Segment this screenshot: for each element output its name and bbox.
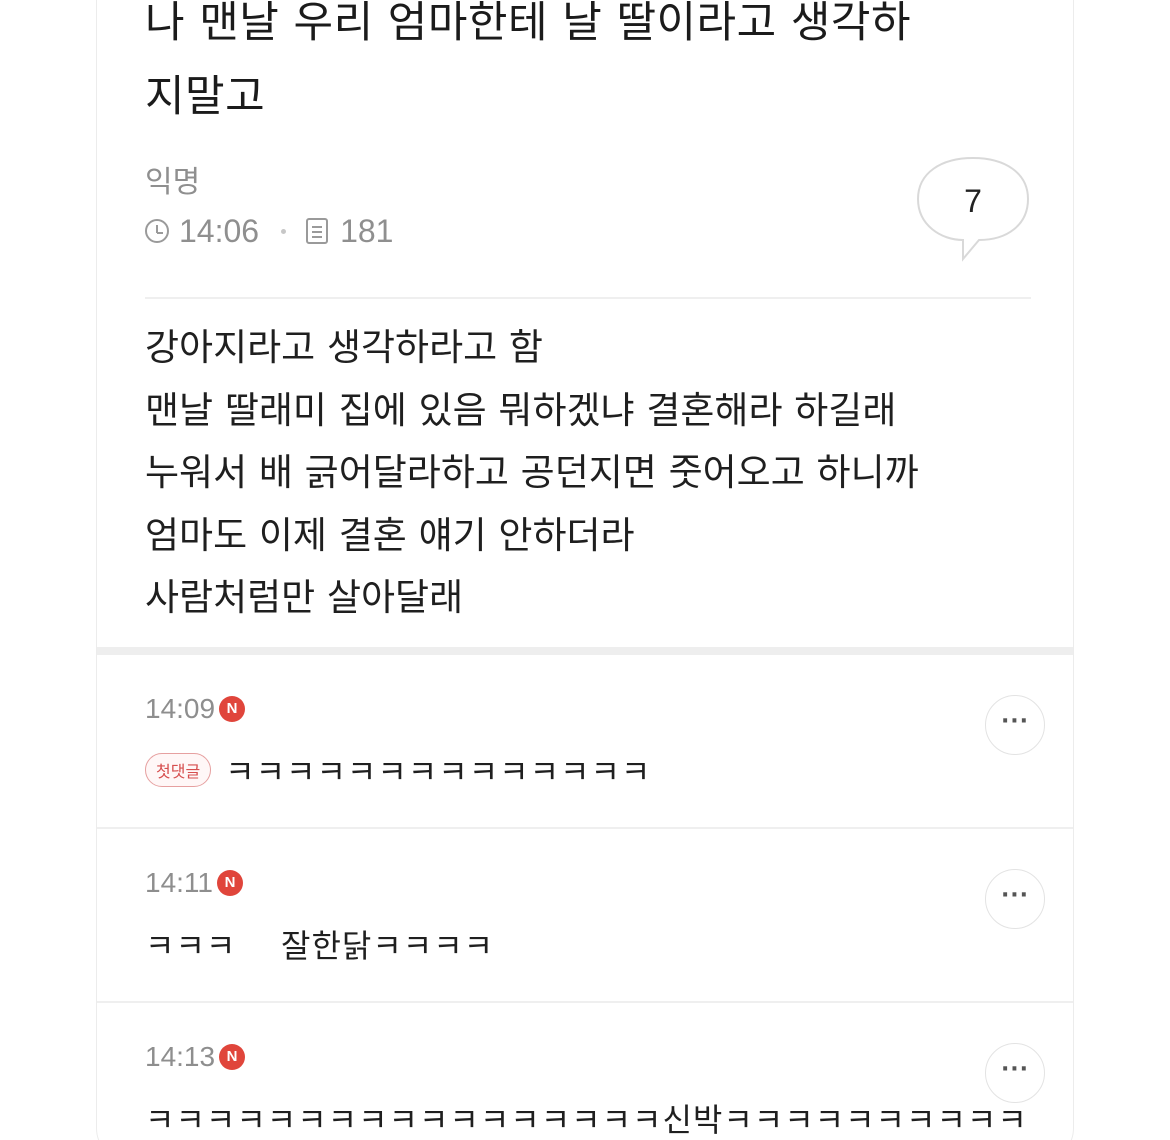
comment-time: 14:13 <box>145 1041 216 1072</box>
document-icon <box>306 218 329 244</box>
page: 나 맨날 우리 엄마한테 날 딸이라고 생각하 지말고 익명 14:06 181… <box>0 0 1170 1140</box>
clock-icon <box>145 219 169 243</box>
comment-time-row: 14:13 N <box>145 1041 246 1073</box>
post-body-line: 사람처럼만 살아달래 <box>145 576 464 619</box>
comment-time-row: 14:11 N <box>145 867 243 899</box>
comment-time: 14:09 <box>145 693 216 724</box>
post-body: 강아지라고 생각하라고 함 맨날 딸래미 집에 있음 뭐하겠냐 결혼해라 하길래… <box>145 317 1025 630</box>
view-count: 181 <box>340 212 394 249</box>
more-options-button[interactable]: ··· <box>985 1043 1045 1103</box>
new-badge: N <box>219 696 246 722</box>
more-dots-icon: ··· <box>1000 709 1030 734</box>
more-dots-icon: ··· <box>1000 1057 1030 1082</box>
post-body-line: 맨날 딸래미 집에 있음 뭐하겠냐 결혼해라 하길래 <box>145 388 897 432</box>
comment-item: 14:13 N ㅋㅋㅋㅋㅋㅋㅋㅋㅋㅋㅋㅋㅋㅋㅋㅋㅋ신박ㅋㅋㅋㅋㅋㅋㅋㅋㅋㅋ ··… <box>97 1003 1073 1140</box>
post-body-line: 누워서 배 긁어달라하고 공던지면 줏어오고 하니까 <box>145 451 919 494</box>
new-badge: N <box>219 1044 246 1070</box>
more-options-button[interactable]: ··· <box>985 869 1045 929</box>
post-meta: 14:06 181 <box>145 211 393 251</box>
more-options-button[interactable]: ··· <box>985 695 1045 755</box>
post-title-line-2: 지말고 <box>145 72 266 122</box>
first-comment-badge: 첫댓글 <box>145 753 212 787</box>
comment-text: ㅋㅋㅋㅋㅋㅋㅋㅋㅋㅋㅋㅋㅋㅋㅋㅋㅋ신박ㅋㅋㅋㅋㅋㅋㅋㅋㅋㅋ <box>145 1101 1028 1139</box>
meta-separator-dot <box>281 228 287 234</box>
new-badge: N <box>217 870 243 896</box>
author-name: 익명 <box>145 165 201 200</box>
comment-text: ㅋㅋㅋ 잘한닭ㅋㅋㅋㅋ <box>145 927 495 965</box>
header-divider <box>145 297 1031 299</box>
more-dots-icon: ··· <box>1000 883 1030 908</box>
comment-time-row: 14:09 N <box>145 693 246 725</box>
post-title-line-1: 나 맨날 우리 엄마한테 날 딸이라고 생각하 <box>145 0 912 48</box>
comment-item: 14:09 N 첫댓글 ㅋㅋㅋㅋㅋㅋㅋㅋㅋㅋㅋㅋㅋㅋ ··· <box>97 655 1073 827</box>
section-separator <box>97 647 1073 655</box>
comment-count: 7 <box>964 183 982 219</box>
comment-item: 14:11 N ㅋㅋㅋ 잘한닭ㅋㅋㅋㅋ ··· <box>97 829 1073 1001</box>
post-body-line: 엄마도 이제 결혼 얘기 안하더라 <box>145 513 635 557</box>
comment-text: ㅋㅋㅋㅋㅋㅋㅋㅋㅋㅋㅋㅋㅋㅋ <box>225 753 652 791</box>
comment-count-button[interactable]: 7 <box>915 155 1031 267</box>
post-time: 14:06 <box>179 212 260 249</box>
comment-time: 14:11 <box>145 867 213 898</box>
post-body-line: 강아지라고 생각하라고 함 <box>145 326 543 369</box>
comment-text-row: ㅋㅋㅋㅋㅋㅋㅋㅋㅋㅋㅋㅋㅋㅋㅋㅋㅋ신박ㅋㅋㅋㅋㅋㅋㅋㅋㅋㅋ <box>145 1095 1028 1140</box>
comment-text-row: ㅋㅋㅋ 잘한닭ㅋㅋㅋㅋ <box>145 921 494 967</box>
comment-text-row: 첫댓글 ㅋㅋㅋㅋㅋㅋㅋㅋㅋㅋㅋㅋㅋㅋ <box>145 747 651 793</box>
post-card: 나 맨날 우리 엄마한테 날 딸이라고 생각하 지말고 익명 14:06 181… <box>96 0 1074 1140</box>
